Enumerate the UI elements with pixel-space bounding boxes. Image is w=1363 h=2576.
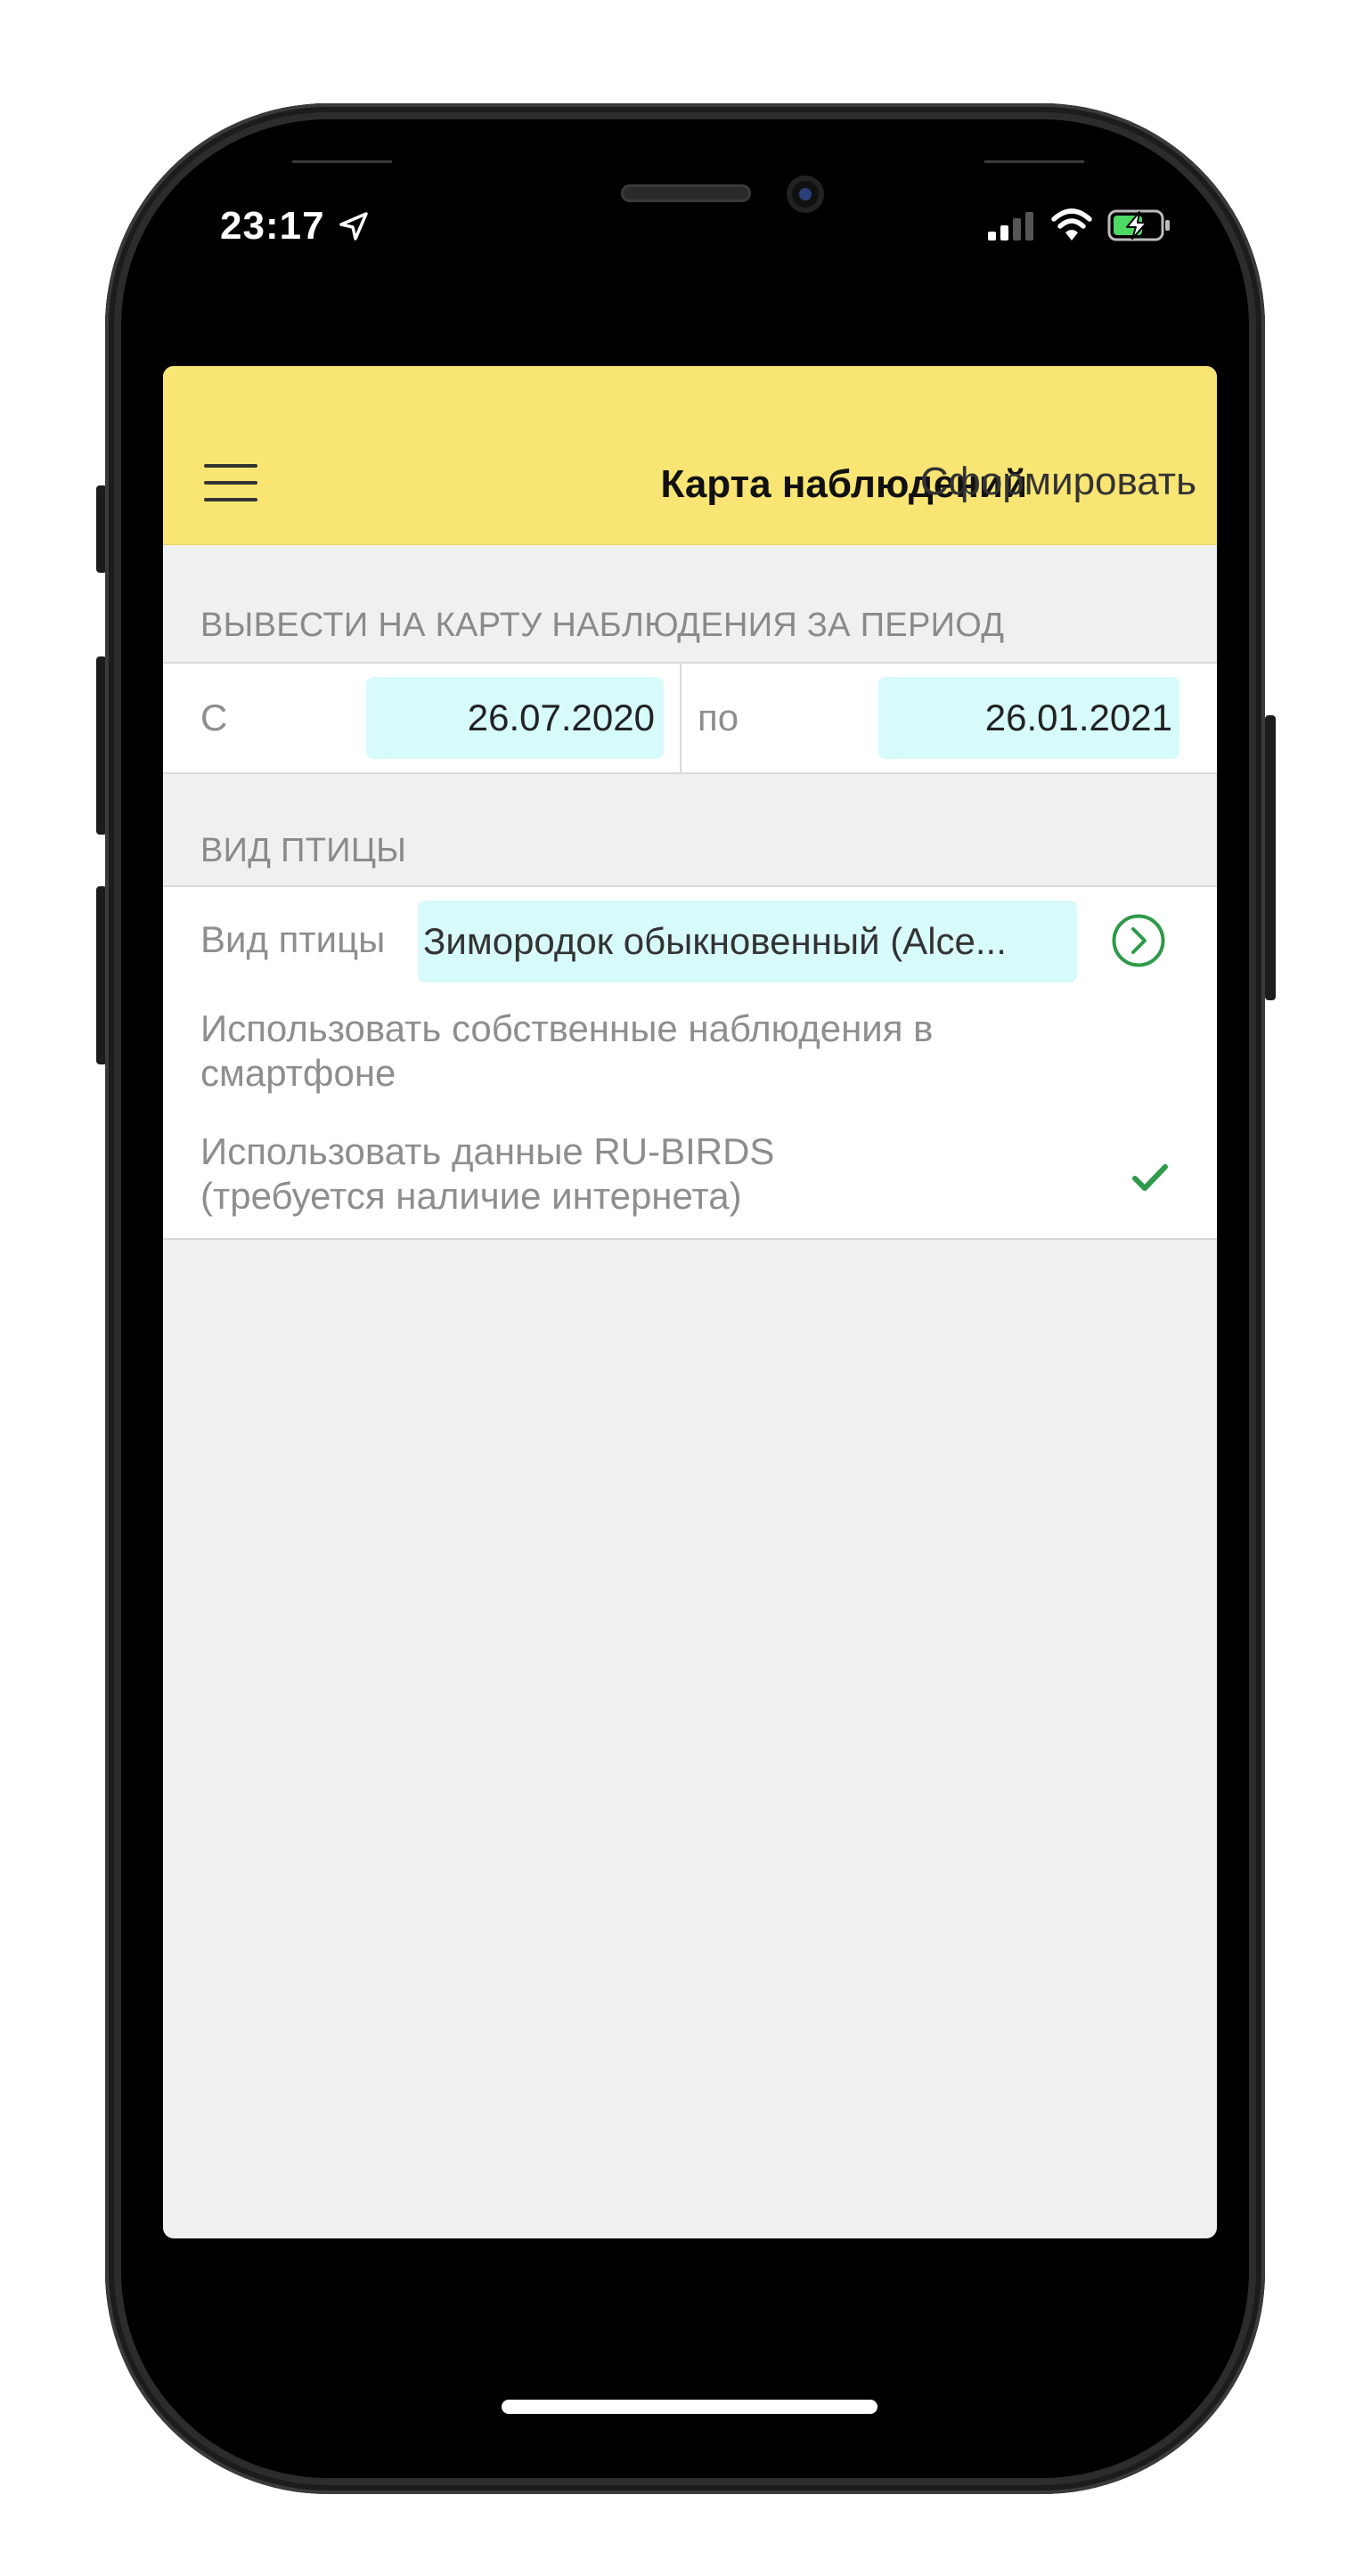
location-arrow-icon	[339, 212, 368, 240]
date-to-field[interactable]: 26.01.2021	[878, 677, 1179, 759]
wifi-icon	[1051, 208, 1092, 240]
to-label: по	[698, 697, 739, 738]
app-header: Карта наблюдений Сформировать	[163, 366, 1217, 545]
hamburger-menu-icon[interactable]	[204, 464, 257, 501]
rubirds-label-line2: (требуется наличие интернета)	[200, 1175, 742, 1217]
power-button	[1265, 715, 1276, 1000]
generate-button[interactable]: Сформировать	[894, 459, 1196, 505]
own-observations-row[interactable]: Использовать собственные наблюдения в см…	[163, 992, 1217, 1117]
from-label: С	[200, 697, 228, 738]
battery-charging-icon	[1107, 209, 1170, 241]
chevron-right-circle-icon[interactable]	[1111, 913, 1166, 968]
species-field[interactable]: Зимородок обыкновенный (Alce...	[418, 901, 1077, 982]
section-title-bird: ВИД ПТИЦЫ	[200, 832, 407, 869]
own-observations-label-line2: смартфоне	[200, 1052, 396, 1094]
front-camera	[787, 175, 824, 213]
date-from-field[interactable]: 26.07.2020	[366, 677, 664, 759]
divider	[680, 664, 682, 772]
antenna-line	[984, 160, 1084, 163]
app-window: Карта наблюдений Сформировать ВЫВЕСТИ НА…	[163, 366, 1217, 2238]
period-row: С 26.07.2020 по 26.01.2021	[163, 662, 1217, 774]
rubirds-label-line1: Использовать данные RU-BIRDS	[200, 1130, 775, 1172]
earpiece-speaker	[621, 184, 751, 202]
home-indicator	[502, 2400, 877, 2414]
section-title-period: ВЫВЕСТИ НА КАРТУ НАБЛЮДЕНИЯ ЗА ПЕРИОД	[200, 607, 1005, 644]
own-observations-label-line1: Использовать собственные наблюдения в	[200, 1007, 934, 1049]
antenna-line	[292, 160, 392, 163]
rubirds-row[interactable]: Использовать данные RU-BIRDS (требуется …	[163, 1115, 1217, 1240]
species-label: Вид птицы	[200, 918, 386, 960]
checkmark-icon	[1132, 1164, 1168, 1191]
cellular-signal-icon	[988, 212, 1033, 240]
status-time: 23:17	[220, 204, 325, 248]
species-row: Вид птицы Зимородок обыкновенный (Alce..…	[163, 885, 1217, 996]
